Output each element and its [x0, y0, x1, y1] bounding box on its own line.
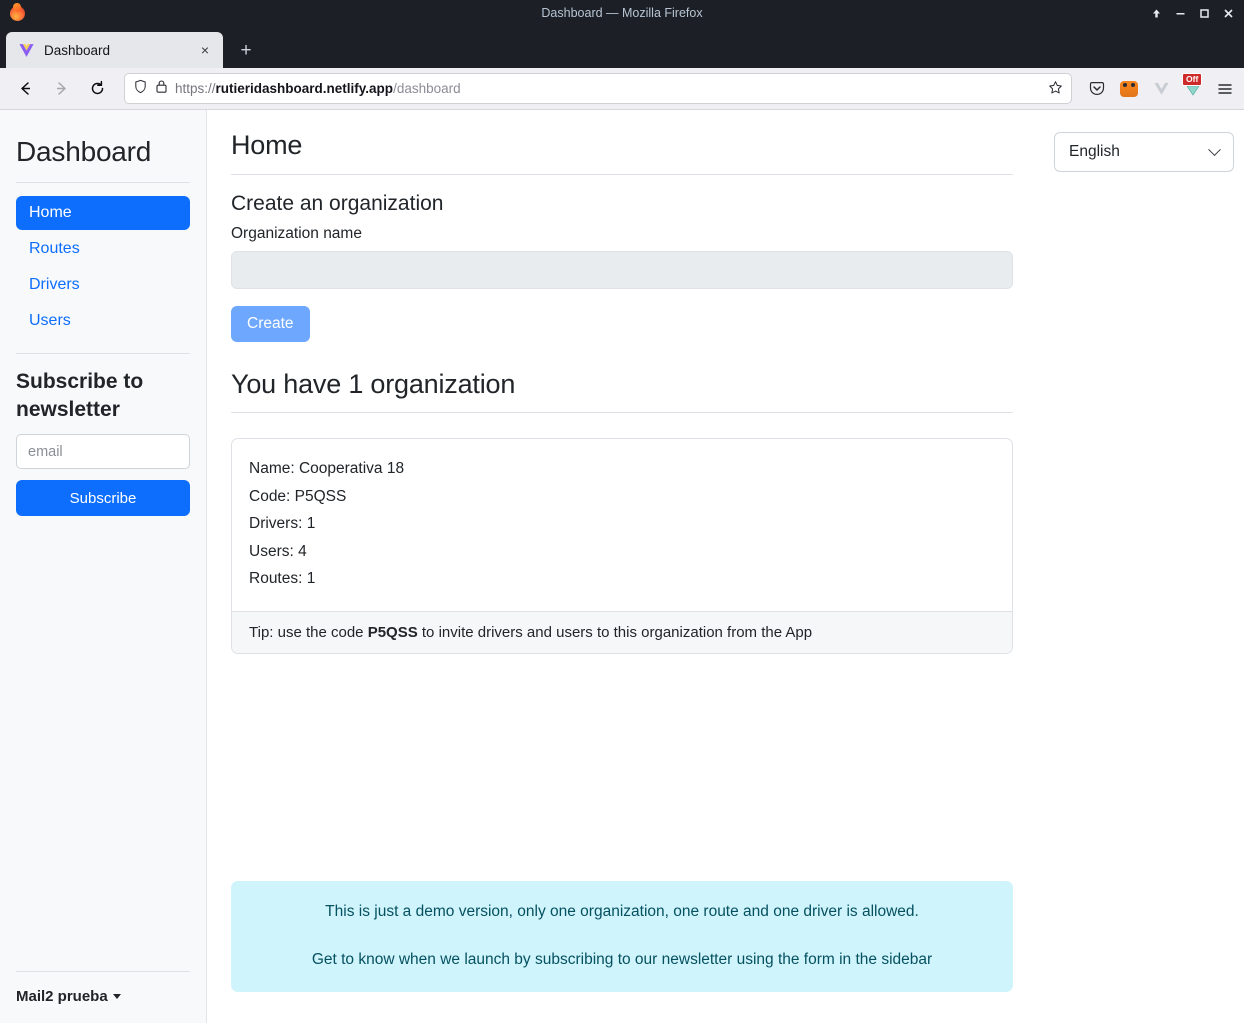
- vue-logo-icon: [18, 42, 35, 59]
- create-organization-heading: Create an organization: [231, 192, 444, 215]
- shield-icon[interactable]: [133, 79, 148, 99]
- org-users-line: Users: 4: [249, 542, 307, 560]
- page-content: Dashboard Home Routes Drivers Users Subs…: [0, 110, 1244, 1023]
- newsletter-email-input[interactable]: [16, 434, 190, 470]
- extension-off-badge: Off: [1182, 72, 1203, 86]
- main-content: English Home Create an organization Orga…: [207, 110, 1244, 1023]
- caret-down-icon: [112, 994, 121, 999]
- subscribe-button[interactable]: Subscribe: [16, 480, 190, 517]
- language-selector-wrapper: English: [1054, 132, 1234, 172]
- sidebar-divider-top: [16, 182, 190, 183]
- restore-up-button[interactable]: [1144, 1, 1168, 25]
- organizations-heading: You have 1 organization: [231, 369, 1013, 413]
- org-drivers-line: Drivers: 1: [249, 515, 316, 533]
- url-host: rutieridashboard.netlify.app: [215, 81, 394, 96]
- tip-suffix: to invite drivers and users to this orga…: [417, 623, 813, 641]
- sidebar-item-routes[interactable]: Routes: [16, 232, 190, 266]
- organization-name-input[interactable]: [231, 251, 1013, 289]
- reload-button[interactable]: [80, 73, 114, 105]
- extension-toggle-icon[interactable]: Off: [1182, 72, 1204, 100]
- content-column: Home Create an organization Organization…: [231, 130, 1013, 654]
- chevron-down-icon: [1208, 142, 1221, 156]
- tip-prefix: Tip: use the code: [249, 623, 368, 641]
- minimize-button[interactable]: [1168, 1, 1192, 25]
- alert-line-2: Get to know when we launch by subscribin…: [311, 951, 933, 969]
- window-titlebar: Dashboard — Mozilla Firefox: [0, 0, 1244, 26]
- page-title: Home: [231, 130, 1013, 175]
- sidebar-divider-middle: [16, 353, 190, 354]
- vue-devtools-icon[interactable]: [1150, 78, 1172, 100]
- org-name-line: Name: Cooperativa 18: [249, 460, 405, 477]
- sidebar-item-users[interactable]: Users: [16, 304, 190, 338]
- sidebar: Dashboard Home Routes Drivers Users Subs…: [0, 110, 207, 1023]
- organization-name-label: Organization name: [231, 225, 362, 242]
- create-button[interactable]: Create: [231, 306, 310, 342]
- sidebar-user-menu[interactable]: Mail2 prueba: [16, 972, 190, 1023]
- url-text[interactable]: https://rutieridashboard.netlify.app/das…: [175, 81, 1041, 96]
- forward-button[interactable]: [44, 73, 78, 105]
- demo-alert: This is just a demo version, only one or…: [231, 881, 1013, 993]
- pocket-icon[interactable]: [1086, 78, 1108, 100]
- tab-strip: Dashboard × +: [0, 26, 1244, 68]
- navigation-toolbar: https://rutieridashboard.netlify.app/das…: [0, 68, 1244, 110]
- sidebar-item-drivers[interactable]: Drivers: [16, 268, 190, 302]
- url-path: /dashboard: [393, 81, 461, 96]
- sidebar-nav: Home Routes Drivers Users: [16, 196, 190, 338]
- alert-line-1: This is just a demo version, only one or…: [325, 903, 919, 920]
- organization-card-tip: Tip: use the code P5QSS to invite driver…: [232, 610, 1012, 653]
- url-scheme: https://: [175, 81, 216, 96]
- user-name: Mail2 prueba: [16, 988, 108, 1005]
- organization-card: Name: Cooperativa 18 Code: P5QSS Drivers…: [231, 438, 1013, 654]
- language-select[interactable]: English: [1054, 132, 1234, 172]
- padlock-icon[interactable]: [155, 79, 168, 99]
- tab-close-icon[interactable]: ×: [195, 40, 215, 60]
- sidebar-brand: Dashboard: [16, 136, 152, 167]
- org-routes-line: Routes: 1: [249, 570, 316, 588]
- url-bar[interactable]: https://rutieridashboard.netlify.app/das…: [124, 73, 1072, 104]
- metamask-icon[interactable]: [1118, 78, 1140, 100]
- window-title: Dashboard — Mozilla Firefox: [541, 6, 703, 20]
- back-button[interactable]: [8, 73, 42, 105]
- maximize-button[interactable]: [1192, 1, 1216, 25]
- organization-card-body: Name: Cooperativa 18 Code: P5QSS Drivers…: [232, 439, 1012, 611]
- tip-code: P5QSS: [367, 623, 418, 641]
- app-menu-icon[interactable]: [1214, 78, 1236, 100]
- new-tab-button[interactable]: +: [229, 33, 263, 67]
- firefox-logo-icon: [4, 0, 30, 26]
- browser-tab-dashboard[interactable]: Dashboard ×: [6, 32, 223, 68]
- extension-toolbar: Off: [1082, 72, 1236, 100]
- close-button[interactable]: [1216, 1, 1240, 25]
- tab-title: Dashboard: [44, 42, 111, 58]
- language-selected-value: English: [1069, 143, 1120, 160]
- newsletter-title: Subscribe to newsletter: [16, 370, 144, 421]
- star-icon[interactable]: [1048, 80, 1063, 98]
- org-code-line: Code: P5QSS: [249, 487, 347, 505]
- window-controls: [1144, 1, 1244, 25]
- sidebar-item-home[interactable]: Home: [16, 196, 190, 230]
